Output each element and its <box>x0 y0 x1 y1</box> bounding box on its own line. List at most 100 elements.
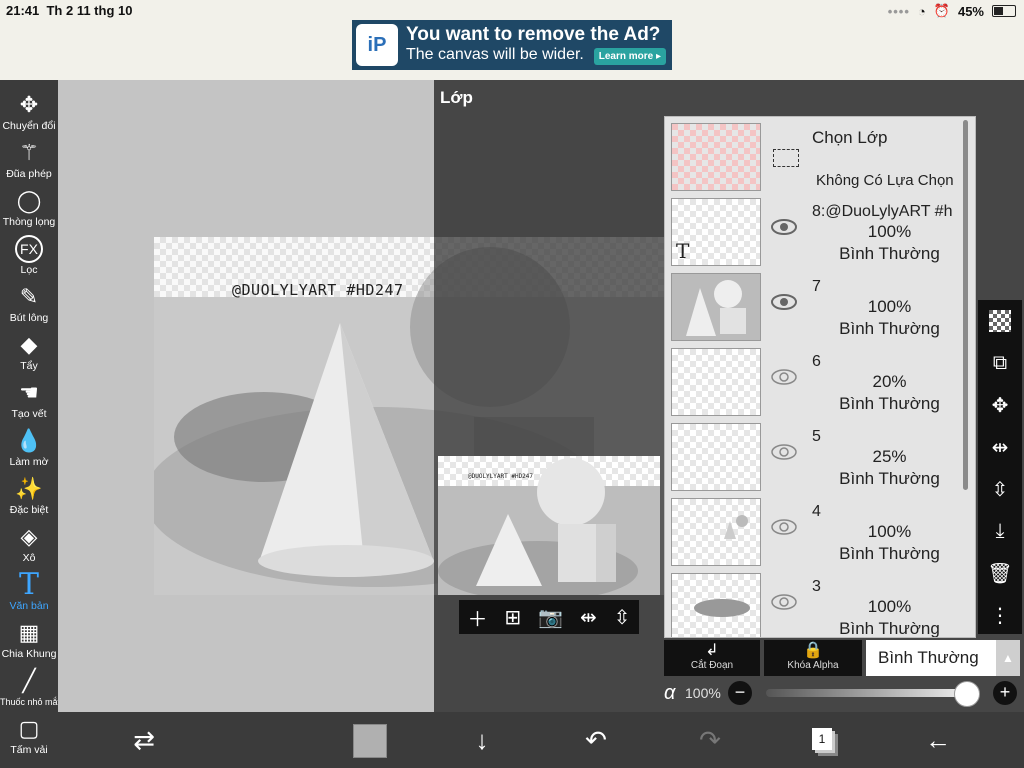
layer-preview[interactable]: @DUOLYLYART #HD247 <box>438 456 660 595</box>
multitask-dots-icon: •••• <box>887 3 910 19</box>
tool-transform[interactable]: ✥ Chuyển đổi <box>0 90 58 138</box>
tool-blur[interactable]: 💧 Làm mờ <box>0 426 58 474</box>
layer-blend-mode: Bình Thường <box>839 619 940 638</box>
frame-divider-icon: ▦ <box>18 620 40 645</box>
tool-magic-wand[interactable]: ⚚ Đũa phép <box>0 138 58 186</box>
eye-icon[interactable] <box>771 518 797 536</box>
clipping-icon: ↲ <box>705 642 719 659</box>
merge-down-icon[interactable]: ⤓ <box>978 510 1022 552</box>
wifi-icon: ◔ <box>917 3 926 19</box>
selection-status: Không Có Lựa Chọn <box>816 172 954 189</box>
trash-icon[interactable]: 🗑 <box>978 552 1022 594</box>
more-options-icon[interactable]: ⋮ <box>978 594 1022 636</box>
move-icon[interactable]: ✥ <box>978 384 1022 426</box>
status-date: Th 2 11 thg 10 <box>46 3 133 18</box>
ad-title: You want to remove the Ad? <box>406 24 661 45</box>
eye-icon[interactable] <box>771 443 797 461</box>
blend-mode-select[interactable]: Bình Thường <box>866 640 996 676</box>
opacity-slider[interactable] <box>766 689 966 697</box>
layer-row[interactable]: 7 100% Bình Thường <box>665 267 975 343</box>
down-arrow-icon[interactable]: ↓ <box>462 720 502 760</box>
ad-learn-more-button[interactable]: Learn more ▸ <box>593 48 666 65</box>
tool-label: Đặc biệt <box>9 504 49 516</box>
opacity-decrease-button[interactable]: − <box>728 681 752 705</box>
tool-bucket[interactable]: ◈ Xô <box>0 522 58 570</box>
layer-thumbnail <box>671 573 761 637</box>
smudge-icon: ☚ <box>19 380 39 405</box>
layer-name: 8:@DuoLylyART #h <box>812 203 953 220</box>
blur-icon: 💧 <box>15 428 43 453</box>
tool-label: Chuyển đổi <box>2 120 56 132</box>
eye-icon[interactable] <box>771 218 797 236</box>
tool-lasso[interactable]: ◯ Thòng lọng <box>0 186 58 234</box>
opacity-value: 100% <box>685 685 721 701</box>
layer-thumbnail: T <box>671 198 761 266</box>
tool-filter[interactable]: FX Lọc <box>0 234 58 282</box>
duplicate-layer-icon[interactable]: ⊞ <box>504 605 521 630</box>
layer-row[interactable]: T 8:@DuoLylyART #h 100% Bình Thường <box>665 192 975 268</box>
eye-icon[interactable] <box>771 368 797 386</box>
current-color-swatch[interactable] <box>353 724 387 758</box>
clipping-button[interactable]: ↲ Cắt Đoạn <box>664 640 760 676</box>
flip-vertical-icon[interactable]: ⇳ <box>978 468 1022 510</box>
alpha-lock-button[interactable]: 🔒 Khóa Alpha <box>764 640 862 676</box>
undo-icon[interactable]: ↶ <box>576 720 616 760</box>
eye-icon[interactable] <box>771 293 797 311</box>
layer-opacity: 100% <box>867 522 912 541</box>
selection-layer-row[interactable]: Chọn Lớp Không Có Lựa Chọn <box>665 117 975 193</box>
tool-canvas[interactable]: ▢ Tấm vải <box>0 714 58 762</box>
tool-smudge[interactable]: ☚ Tạo vết <box>0 378 58 426</box>
move-layer-content-icon[interactable]: ⧉ <box>978 342 1022 384</box>
tool-label: Thòng lọng <box>2 216 56 228</box>
alpha-lock-label: Khóa Alpha <box>787 660 839 671</box>
redo-icon[interactable]: ↷ <box>690 720 730 760</box>
layer-row[interactable]: 3 100% Bình Thường <box>665 567 975 638</box>
layer-thumbnail-art <box>724 515 748 539</box>
status-bar: 21:41 Th 2 11 thg 10 •••• ◔ ⏰ 45% iP You… <box>0 0 1024 80</box>
tool-label: Tẩy <box>20 360 38 372</box>
selection-icon <box>773 149 799 167</box>
eye-icon[interactable] <box>771 593 797 611</box>
tool-label: Đũa phép <box>6 168 52 180</box>
battery-percent: 45% <box>957 3 984 19</box>
clipping-label: Cắt Đoạn <box>690 660 734 671</box>
artwork-watermark-text: @DUOLYLYART #HD247 <box>232 281 404 299</box>
add-layer-icon[interactable]: ＋ <box>467 603 487 632</box>
layer-row[interactable]: 6 20% Bình Thường <box>665 342 975 418</box>
tool-brush[interactable]: ✎ Bút lông <box>0 282 58 330</box>
layer-row[interactable]: 5 25% Bình Thường <box>665 417 975 493</box>
transparency-icon[interactable] <box>978 300 1022 342</box>
layer-row[interactable]: 4 100% Bình Thường <box>665 492 975 568</box>
ad-banner[interactable]: iP You want to remove the Ad? The canvas… <box>352 20 672 70</box>
layer-blend-mode: Bình Thường <box>839 319 940 338</box>
flip-horizontal-icon[interactable]: ⇹ <box>978 426 1022 468</box>
ad-subtitle: The canvas will be wider. <box>406 46 584 63</box>
alpha-symbol: α <box>664 682 676 704</box>
layer-panel-title: Lớp <box>440 88 473 107</box>
tool-eraser[interactable]: ◆ Tẩy <box>0 330 58 378</box>
flip-horizontal-icon[interactable]: ⇹ <box>580 605 597 630</box>
brush-eraser-toggle-icon[interactable]: ⇄ <box>124 720 164 760</box>
opacity-slider-handle[interactable] <box>954 681 980 707</box>
layer-opacity: 20% <box>872 372 907 391</box>
layer-tools-bar: ⧉ ✥ ⇹ ⇳ ⤓ 🗑 ⋮ <box>978 300 1022 634</box>
tool-special[interactable]: ✨ Đặc biệt <box>0 474 58 522</box>
opacity-increase-button[interactable]: + <box>993 681 1017 705</box>
blend-mode-dropdown-icon[interactable]: ▲ <box>996 640 1020 676</box>
tool-label: Thuốc nhỏ mắt <box>0 697 61 707</box>
layer-list[interactable]: Chọn Lớp Không Có Lựa Chọn T 8:@DuoLylyA… <box>664 116 976 638</box>
layer-list-scrollbar[interactable] <box>963 120 968 490</box>
camera-icon[interactable]: 📷 <box>538 605 563 630</box>
bottom-toolbar: ⇄ ↓ ↶ ↷ ← <box>58 712 1024 768</box>
layer-thumbnail-art <box>686 280 746 336</box>
tool-text[interactable]: T Văn bản <box>0 570 58 618</box>
layer-blend-mode: Bình Thường <box>839 244 940 263</box>
tool-frame-divider[interactable]: ▦ Chia Khung <box>0 618 58 666</box>
layers-count-button[interactable]: 1 <box>812 728 832 750</box>
flip-vertical-icon[interactable]: ⇳ <box>614 605 631 630</box>
brush-icon: ✎ <box>19 284 39 309</box>
layer-blend-mode: Bình Thường <box>839 544 940 563</box>
back-arrow-icon[interactable]: ← <box>918 720 958 760</box>
layer-thumbnail <box>671 498 761 566</box>
tool-eyedropper[interactable]: ╱ Thuốc nhỏ mắt <box>0 666 61 714</box>
